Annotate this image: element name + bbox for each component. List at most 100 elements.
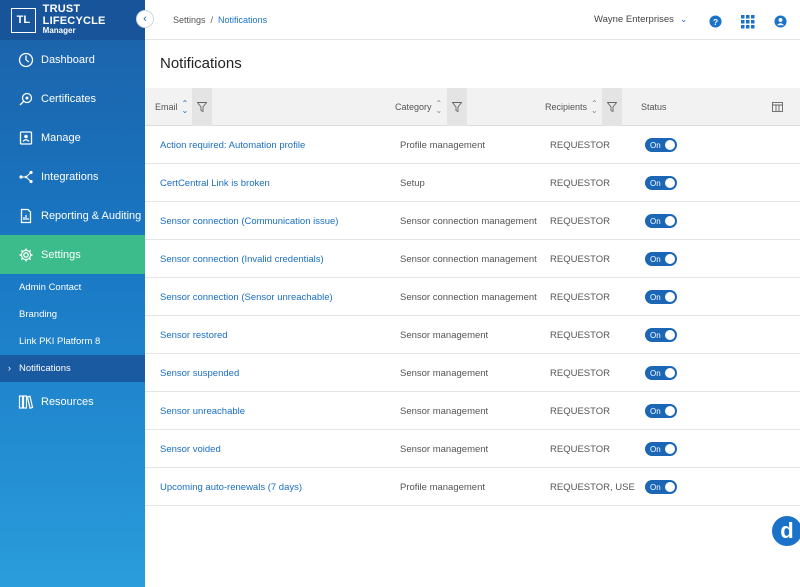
notification-email-link[interactable]: Sensor connection (Invalid credentials) — [160, 240, 324, 278]
notification-category: Setup — [400, 177, 425, 189]
svg-text:?: ? — [713, 17, 718, 27]
notification-email-link[interactable]: Sensor connection (Communication issue) — [160, 202, 338, 240]
status-cell: On — [645, 392, 677, 430]
breadcrumb-settings[interactable]: Settings — [173, 15, 206, 25]
notification-email-link[interactable]: Sensor restored — [160, 316, 228, 354]
brand-title: TRUST LIFECYCLE — [42, 3, 106, 27]
notification-category: Sensor connection management — [400, 215, 537, 227]
toggle-label: On — [650, 254, 661, 264]
integrations-icon — [17, 168, 35, 186]
column-header-category[interactable]: Category ⌃ ⌄ — [395, 88, 442, 126]
sidebar-item-integrations[interactable]: Integrations — [0, 157, 145, 196]
sidebar-subitem-label: Notifications — [19, 363, 71, 374]
sidebar-item-label: Certificates — [41, 92, 97, 105]
notification-category: Profile management — [400, 481, 486, 493]
table-row: Sensor connection (Communication issue) S… — [145, 202, 800, 240]
status-toggle[interactable]: On — [645, 252, 677, 266]
status-toggle[interactable]: On — [645, 328, 677, 342]
notification-category: Sensor management — [400, 329, 489, 341]
toggle-knob — [665, 368, 675, 378]
org-selector[interactable]: Wayne Enterprises ⌄ — [594, 14, 687, 25]
notification-recipients: REQUESTOR, USE — [550, 481, 635, 493]
notification-category: Sensor connection management — [400, 253, 537, 265]
digicert-assistant-button[interactable]: d — [770, 514, 800, 548]
toggle-knob — [665, 216, 675, 226]
table-header: Email ⌃ ⌄ Category ⌃ ⌄ Recipients ⌃ ⌄ Statu… — [145, 88, 800, 126]
toggle-label: On — [650, 178, 661, 188]
sidebar-subitem-admin-contact[interactable]: Admin Contact — [0, 274, 145, 301]
status-toggle[interactable]: On — [645, 214, 677, 228]
brand[interactable]: TL TRUST LIFECYCLE Manager — [0, 0, 145, 40]
sidebar: TL TRUST LIFECYCLE Manager Dashboard Cer… — [0, 0, 145, 587]
notification-email-link[interactable]: Sensor voided — [160, 430, 221, 468]
status-toggle[interactable]: On — [645, 442, 677, 456]
sidebar-item-settings[interactable]: Settings — [0, 235, 145, 274]
filter-recipients-button[interactable] — [602, 88, 622, 126]
status-cell: On — [645, 240, 677, 278]
dashboard-icon — [17, 51, 35, 69]
column-settings-button[interactable] — [772, 88, 783, 126]
sidebar-subitem-label: Link PKI Platform 8 — [19, 336, 101, 347]
notification-email-link[interactable]: Upcoming auto-renewals (7 days) — [160, 468, 302, 506]
breadcrumb: Settings / Notifications — [173, 15, 267, 25]
column-label-email: Email — [155, 102, 178, 112]
user-account-icon[interactable] — [774, 15, 788, 29]
sidebar-item-certificates[interactable]: Certificates — [0, 79, 145, 118]
table-body: Action required: Automation profile Profi… — [145, 126, 800, 506]
toggle-label: On — [650, 292, 661, 302]
status-toggle[interactable]: On — [645, 404, 677, 418]
sidebar-item-label: Resources — [41, 395, 94, 408]
toggle-knob — [665, 406, 675, 416]
sort-icon[interactable]: ⌃ ⌄ — [436, 100, 443, 115]
notification-email-link[interactable]: Sensor unreachable — [160, 392, 245, 430]
help-icon[interactable]: ? — [709, 15, 723, 29]
notification-recipients: REQUESTOR — [550, 253, 611, 265]
column-label-status: Status — [641, 102, 667, 112]
org-name: Wayne Enterprises — [594, 14, 674, 25]
status-toggle[interactable]: On — [645, 366, 677, 380]
table-row: Sensor voided Sensor management REQUESTOR O… — [145, 430, 800, 468]
sidebar-subitem-branding[interactable]: Branding — [0, 301, 145, 328]
status-cell: On — [645, 354, 677, 392]
status-toggle[interactable]: On — [645, 176, 677, 190]
table-row: Sensor connection (Sensor unreachable) Se… — [145, 278, 800, 316]
toggle-label: On — [650, 406, 661, 416]
notification-email-link[interactable]: Sensor connection (Sensor unreachable) — [160, 278, 333, 316]
apps-grid-icon[interactable] — [741, 15, 755, 29]
notification-category: Profile management — [400, 139, 486, 151]
notification-email-link[interactable]: Sensor suspended — [160, 354, 239, 392]
status-toggle[interactable]: On — [645, 290, 677, 304]
sidebar-item-dashboard[interactable]: Dashboard — [0, 40, 145, 79]
status-toggle[interactable]: On — [645, 480, 677, 494]
sidebar-item-resources[interactable]: Resources — [0, 382, 145, 421]
top-bar: Settings / Notifications Wayne Enterprises… — [145, 0, 800, 40]
status-cell: On — [645, 316, 677, 354]
status-toggle[interactable]: On — [645, 138, 677, 152]
table-row: Sensor unreachable Sensor management REQUE… — [145, 392, 800, 430]
brand-logo: TL — [11, 7, 36, 33]
collapse-sidebar-button[interactable]: ‹ — [136, 10, 154, 28]
notification-email-link[interactable]: CertCentral Link is broken — [160, 164, 270, 202]
table-row: CertCentral Link is broken Setup REQUESTOR… — [145, 164, 800, 202]
column-header-email[interactable]: Email ⌃ ⌄ — [155, 88, 188, 126]
sort-icon[interactable]: ⌃ ⌄ — [591, 100, 598, 115]
status-cell: On — [645, 468, 677, 506]
notification-email-link[interactable]: Action required: Automation profile — [160, 126, 305, 164]
sidebar-subitem-notifications[interactable]: › Notifications — [0, 355, 145, 382]
column-header-recipients[interactable]: Recipients ⌃ ⌄ — [545, 88, 598, 126]
filter-email-button[interactable] — [192, 88, 212, 126]
filter-icon — [607, 102, 617, 112]
brand-subtitle: Manager — [42, 26, 76, 36]
sidebar-item-manage[interactable]: Manage — [0, 118, 145, 157]
reporting-icon — [17, 207, 35, 225]
books-icon — [17, 393, 35, 411]
sidebar-item-label: Settings — [41, 248, 81, 261]
sidebar-item-reporting[interactable]: Reporting & Auditing — [0, 196, 145, 235]
table-row: Sensor suspended Sensor management REQUEST… — [145, 354, 800, 392]
sidebar-subitem-link-pki[interactable]: Link PKI Platform 8 — [0, 328, 145, 355]
chevron-left-icon: ‹ — [143, 13, 147, 25]
sort-icon[interactable]: ⌃ ⌄ — [182, 100, 189, 115]
toggle-label: On — [650, 330, 661, 340]
chevron-down-icon: ⌄ — [679, 14, 688, 24]
filter-category-button[interactable] — [447, 88, 467, 126]
